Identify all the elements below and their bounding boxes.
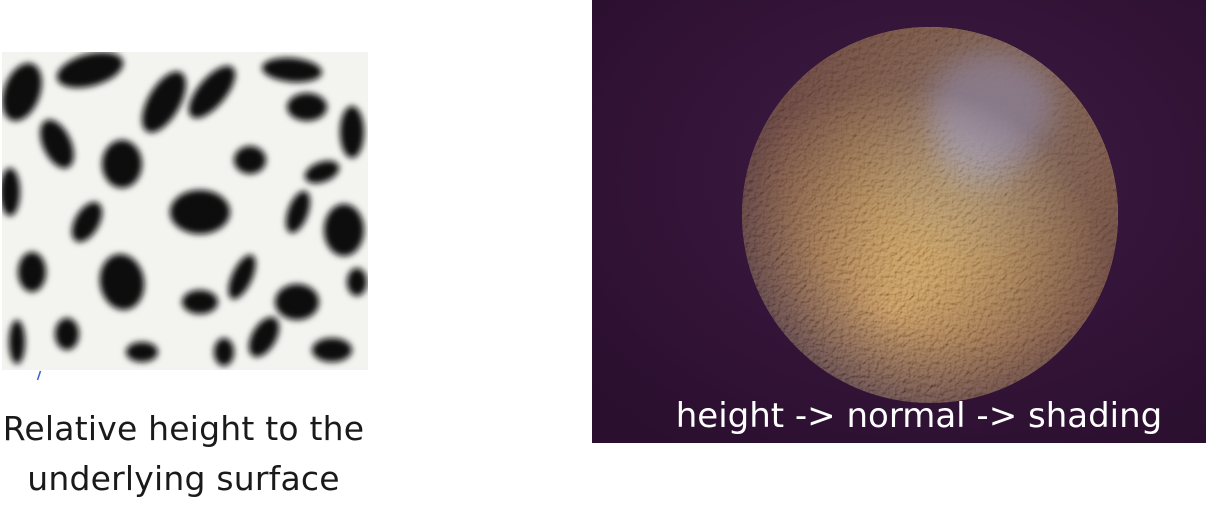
height-map-caption: Relative height to the underlying surfac… — [0, 404, 367, 504]
tick-mark — [36, 370, 42, 381]
shading-caption: height -> normal -> shading — [675, 396, 1163, 436]
bump-mapped-orange — [592, 0, 1206, 443]
caption-line-2: underlying surface — [27, 459, 340, 498]
caption-line-1: Relative height to the — [2, 409, 365, 448]
height-map-image — [2, 52, 368, 370]
